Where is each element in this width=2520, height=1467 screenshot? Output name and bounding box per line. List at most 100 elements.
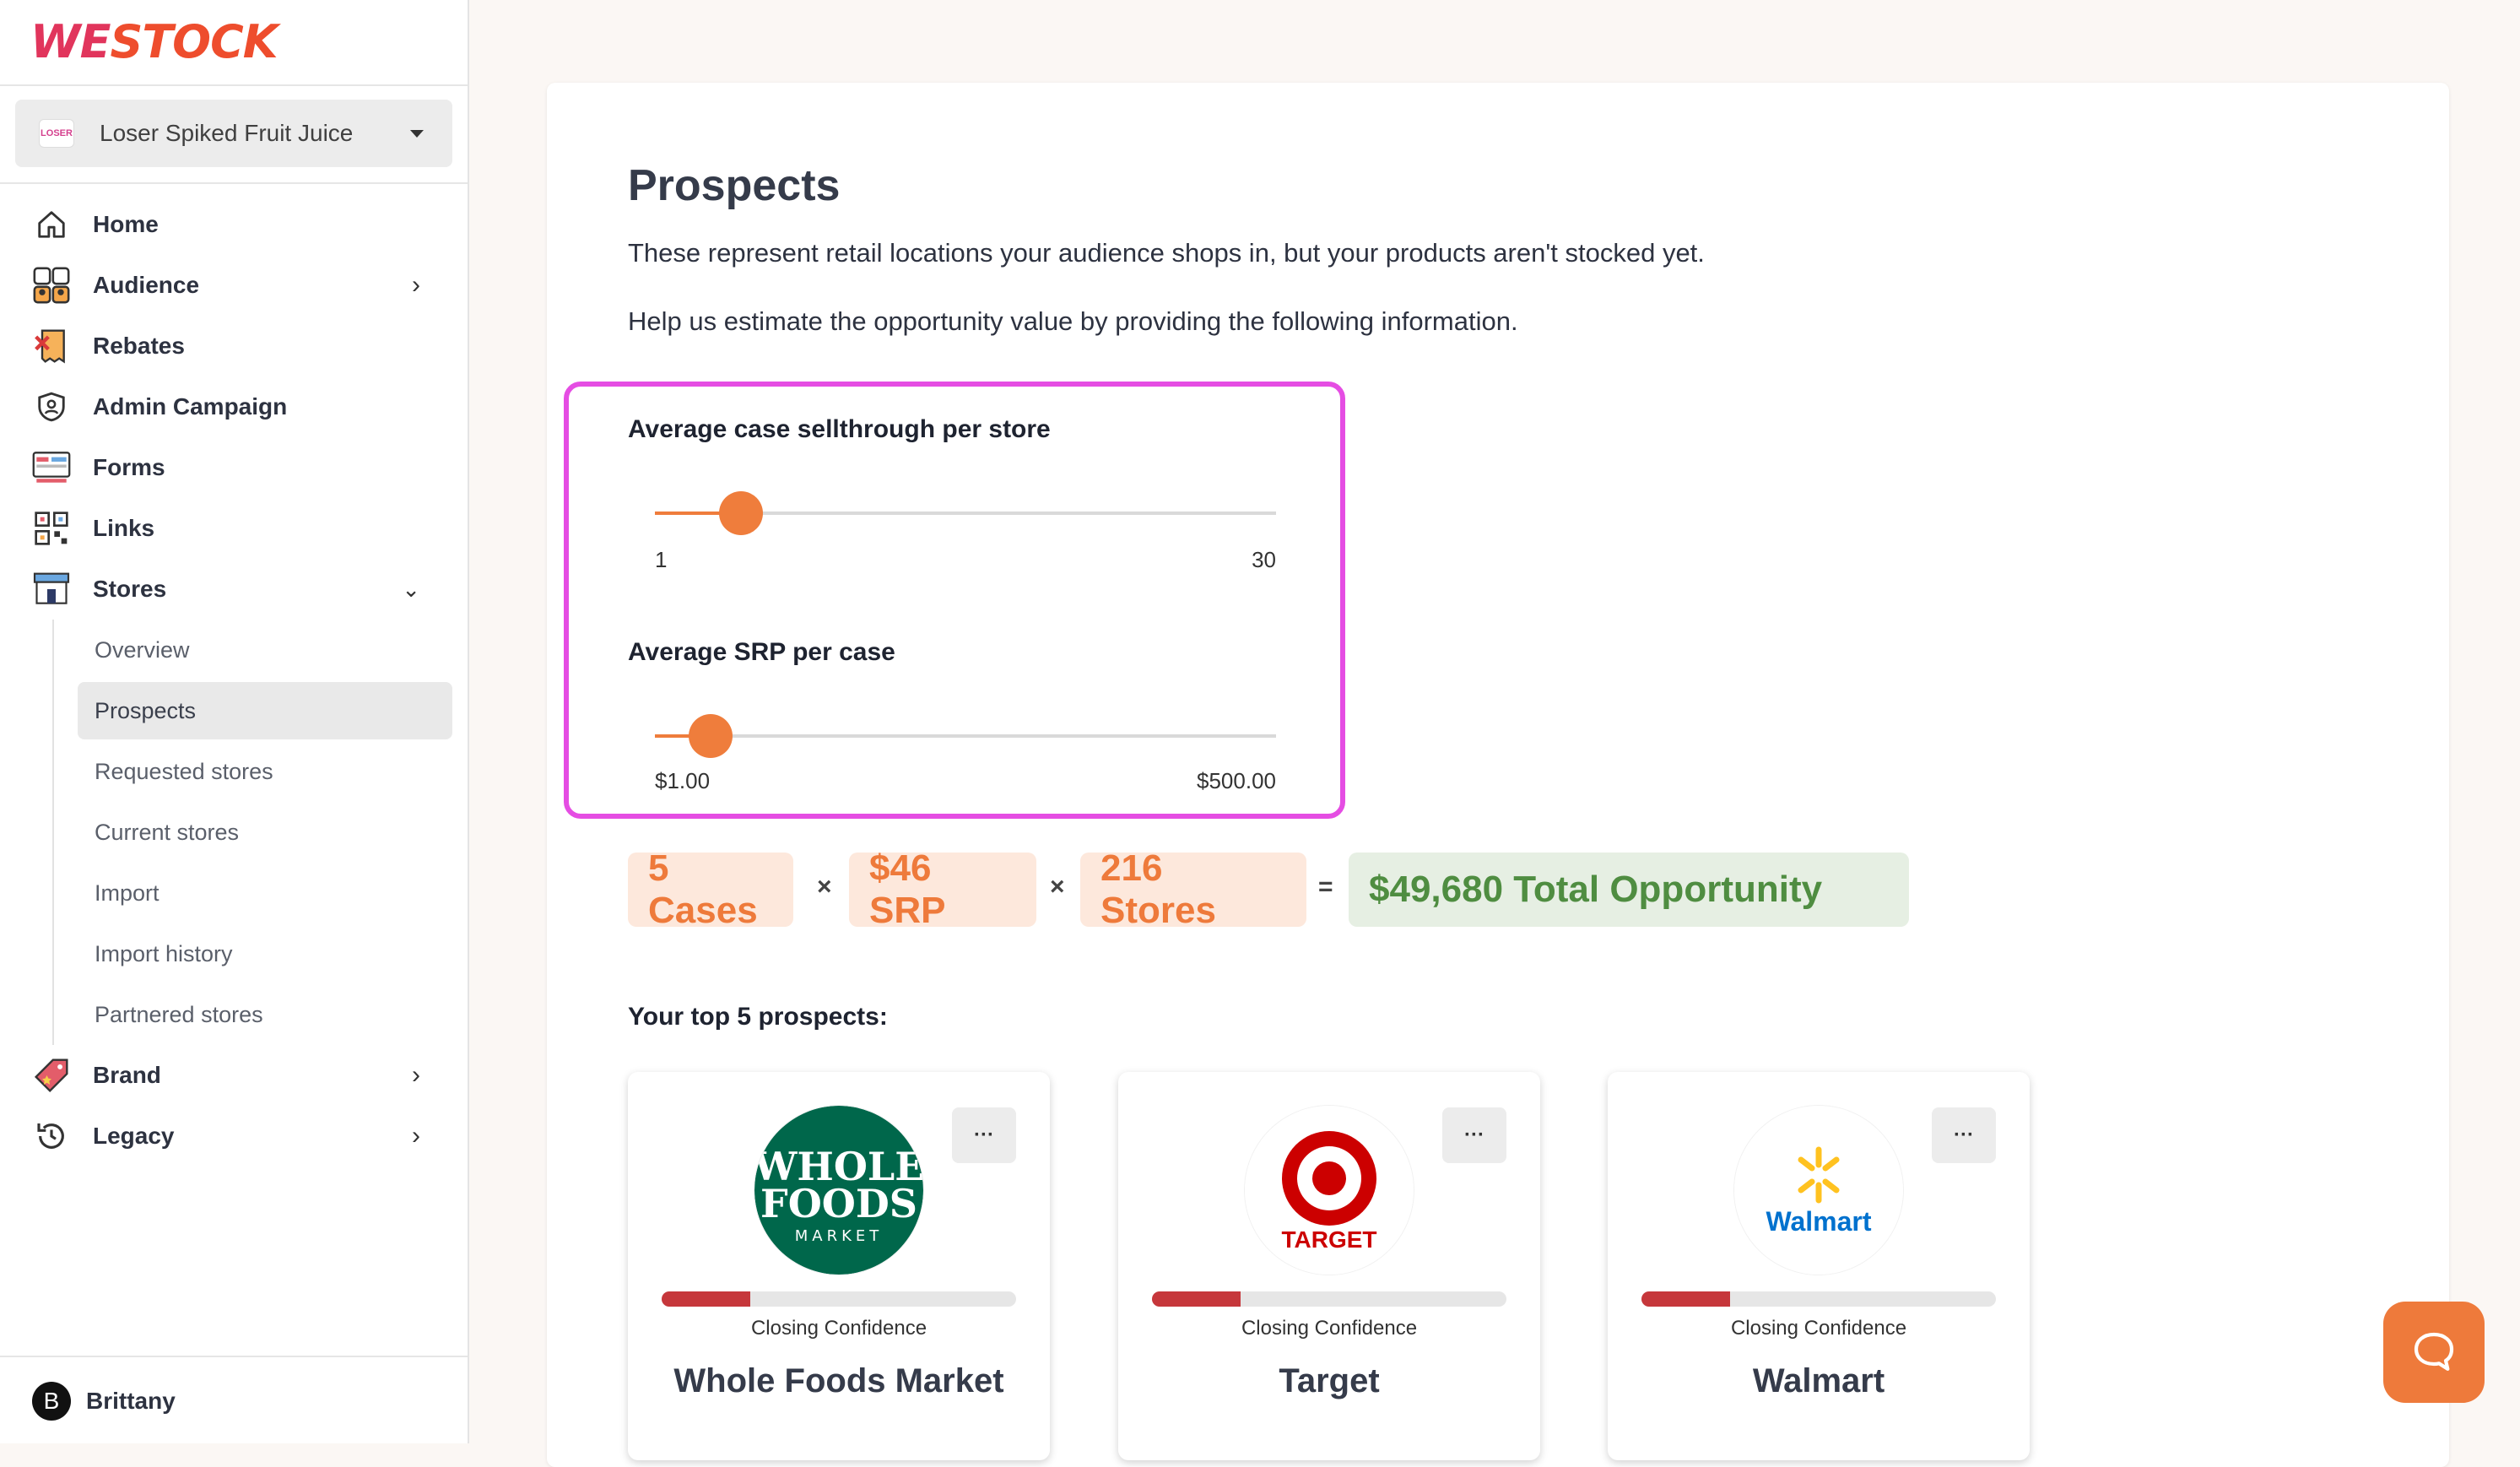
qr-code-icon (32, 509, 71, 548)
confidence-bar-fill (662, 1291, 750, 1307)
sidebar-subitem-overview[interactable]: Overview (0, 620, 468, 680)
confidence-bar-fill (1641, 1291, 1730, 1307)
sidebar-subitem-prospects[interactable]: Prospects (0, 680, 468, 741)
multiply-sign: × (1050, 873, 1065, 901)
sidebar-item-forms[interactable]: Forms (0, 437, 468, 498)
slider-min-label: $1.00 (655, 768, 711, 793)
cases-chip: 5 Cases (628, 847, 793, 931)
caret-down-icon (410, 130, 424, 138)
confidence-bar-fill (1152, 1291, 1241, 1307)
prospect-name: Target (1279, 1362, 1380, 1399)
sidebar-item-brand[interactable]: Brand › (0, 1045, 468, 1106)
submenu-line (52, 863, 54, 923)
sidebar-item-stores[interactable]: Stores ⌄ (0, 559, 468, 620)
walmart-logo: Walmart (1734, 1106, 1903, 1275)
sidebar-item-label: Links (93, 515, 155, 541)
forms-icon (32, 448, 71, 487)
sidebar-item-label: Legacy (93, 1123, 175, 1149)
user-name: Brittany (86, 1388, 176, 1414)
chat-support-button[interactable] (2383, 1302, 2485, 1403)
confidence-bar (1152, 1291, 1506, 1307)
sidebar-item-legacy[interactable]: Legacy › (0, 1106, 468, 1167)
svg-text:TARGET: TARGET (1281, 1226, 1376, 1253)
sidebar-subitem-import[interactable]: Import (0, 863, 468, 923)
more-options-button[interactable]: ··· (1442, 1107, 1506, 1163)
target-logo: TARGET (1245, 1106, 1414, 1275)
sellthrough-slider-label: Average case sellthrough per store (628, 415, 1051, 443)
submenu-line (52, 923, 54, 984)
sidebar-item-audience[interactable]: Audience › (0, 255, 468, 316)
whole-foods-logo: WHOLE FOODS MARKET (754, 1106, 923, 1275)
history-icon (32, 1117, 71, 1156)
sidebar-subitem-label: Overview (95, 636, 190, 663)
confidence-label: Closing Confidence (1730, 1317, 1907, 1340)
chevron-right-icon: › (412, 1061, 420, 1089)
sidebar-subitem-import-history[interactable]: Import history (0, 923, 468, 984)
rebates-icon (32, 327, 71, 365)
page-description: These represent retail locations your au… (628, 238, 1705, 268)
more-options-button[interactable]: ··· (1932, 1107, 1996, 1163)
sidebar-nav: Home Audience › Rebates Admin Campaign F… (0, 194, 468, 1167)
slider-thumb[interactable] (689, 714, 733, 758)
slider-thumb[interactable] (718, 491, 763, 535)
svg-text:FOODS: FOODS (760, 1181, 917, 1226)
submenu-line (52, 802, 54, 863)
prospect-name: Walmart (1752, 1362, 1885, 1399)
avatar: B (32, 1382, 71, 1421)
sidebar-subitem-label: Import history (95, 940, 233, 966)
prospect-card-whole-foods[interactable]: WHOLE FOODS MARKET ··· Closing Confidenc… (628, 1072, 1050, 1460)
sidebar: WESTOCK LOSER Loser Spiked Fruit Juice H… (0, 0, 469, 1443)
sidebar-item-label: Admin Campaign (93, 393, 288, 420)
confidence-bar (1641, 1291, 1996, 1307)
confidence-label: Closing Confidence (750, 1317, 927, 1340)
chevron-down-icon: ⌄ (402, 576, 420, 602)
page-title: Prospects (628, 161, 841, 210)
svg-text:MARKET: MARKET (795, 1227, 884, 1245)
slider-max-label: $500.00 (1197, 768, 1276, 793)
brand-selector[interactable]: LOSER Loser Spiked Fruit Juice (15, 100, 452, 167)
equals-sign: = (1318, 873, 1333, 901)
submenu-line (52, 741, 54, 802)
sidebar-subitem-current-stores[interactable]: Current stores (0, 802, 468, 863)
westock-logo[interactable]: WESTOCK (30, 15, 278, 69)
sidebar-item-admin-campaign[interactable]: Admin Campaign (0, 376, 468, 437)
sidebar-subitem-partnered-stores[interactable]: Partnered stores (0, 984, 468, 1045)
total-opportunity-chip: $49,680 Total Opportunity (1349, 853, 1909, 927)
sidebar-item-home[interactable]: Home (0, 194, 468, 255)
chat-bubble-icon (2414, 1332, 2454, 1371)
confidence-bar (662, 1291, 1016, 1307)
page-instruction: Help us estimate the opportunity value b… (628, 306, 1518, 336)
audience-icon (32, 266, 71, 305)
more-options-button[interactable]: ··· (952, 1107, 1016, 1163)
tag-icon (32, 1056, 71, 1095)
prospect-card-walmart[interactable]: Walmart ··· Closing Confidence Walmart (1608, 1072, 2030, 1460)
divider (0, 84, 468, 86)
submenu-line (52, 984, 54, 1045)
sidebar-item-rebates[interactable]: Rebates (0, 316, 468, 376)
prospect-name: Whole Foods Market (673, 1362, 1004, 1399)
brand-thumbnail: LOSER (39, 119, 74, 148)
submenu-line (52, 680, 54, 741)
sidebar-subitem-label: Prospects (95, 697, 197, 723)
srp-slider-label: Average SRP per case (628, 638, 895, 666)
sidebar-item-label: Audience (93, 272, 200, 298)
sidebar-item-links[interactable]: Links (0, 498, 468, 559)
brand-selector-value: Loser Spiked Fruit Juice (100, 120, 354, 146)
sidebar-subitem-requested-stores[interactable]: Requested stores (0, 741, 468, 802)
sidebar-subitem-label: Current stores (95, 819, 240, 845)
sidebar-item-label: Stores (93, 576, 167, 602)
sliders-highlight-box (564, 382, 1345, 819)
sellthrough-slider[interactable] (655, 491, 1276, 535)
divider (0, 182, 468, 184)
slider-max-label: 30 (1252, 547, 1276, 572)
submenu-line (52, 620, 54, 680)
prospect-card-target[interactable]: TARGET ··· Closing Confidence Target (1118, 1072, 1540, 1460)
confidence-label: Closing Confidence (1241, 1317, 1418, 1340)
user-menu[interactable]: B Brittany (0, 1356, 468, 1445)
shield-user-icon (32, 387, 71, 426)
sidebar-subitem-label: Import (95, 880, 160, 906)
slider-min-label: 1 (655, 547, 668, 572)
stores-chip: 216 Stores (1080, 847, 1306, 931)
logo-text-stock: STOCK (110, 15, 278, 68)
srp-slider[interactable] (655, 714, 1276, 758)
